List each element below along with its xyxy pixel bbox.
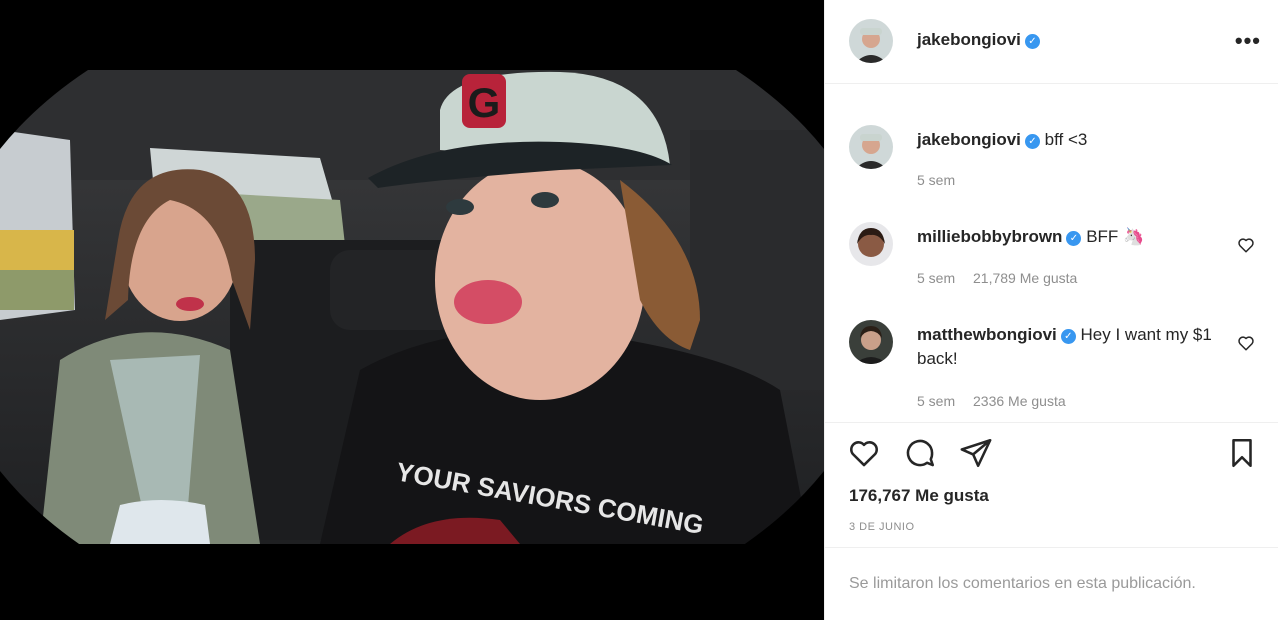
- comment-time[interactable]: 5 sem: [917, 270, 955, 286]
- photo-scene: YOUR SAVIORS COMING G: [0, 70, 824, 544]
- author-avatar[interactable]: [849, 19, 893, 63]
- comments-limited-notice: Se limitaron los comentarios en esta pub…: [849, 575, 1196, 592]
- post-side-panel: jakebongiovi ✓ ••• jakebongiovi ✓ bff <3 5…: [824, 0, 1278, 620]
- caption-text: bff <3: [1044, 130, 1088, 149]
- comment-username[interactable]: matthewbongiovi: [917, 325, 1057, 344]
- caption-time[interactable]: 5 sem: [917, 172, 955, 188]
- comment-icon[interactable]: [903, 436, 937, 470]
- actions-divider: [825, 422, 1278, 423]
- post-date[interactable]: 3 DE JUNIO: [849, 521, 915, 533]
- post-header: jakebongiovi ✓ •••: [825, 0, 1278, 84]
- comment-time[interactable]: 5 sem: [917, 393, 955, 409]
- comment-like-heart-icon[interactable]: [1237, 236, 1255, 254]
- caption-username[interactable]: jakebongiovi: [917, 130, 1021, 149]
- bookmark-icon[interactable]: [1225, 436, 1259, 470]
- post-media[interactable]: YOUR SAVIORS COMING G: [0, 0, 824, 620]
- verified-badge-icon: ✓: [1066, 231, 1082, 246]
- comment-like-heart-icon[interactable]: [1237, 334, 1255, 352]
- post-photo: YOUR SAVIORS COMING G: [0, 70, 824, 544]
- comments-divider: [825, 547, 1278, 548]
- comment-username[interactable]: milliebobbybrown: [917, 227, 1062, 246]
- commenter-avatar[interactable]: [849, 320, 893, 364]
- action-bar: [825, 428, 1278, 480]
- comment-text: BFF 🦄: [1086, 227, 1145, 246]
- like-count[interactable]: 176,767 Me gusta: [849, 486, 989, 506]
- verified-badge-icon: ✓: [1024, 34, 1040, 49]
- verified-badge-icon: ✓: [1024, 134, 1040, 149]
- comment-likes[interactable]: 21,789 Me gusta: [973, 270, 1077, 286]
- caption-author-avatar[interactable]: [849, 125, 893, 169]
- cap-logo: G: [468, 79, 501, 126]
- verified-badge-icon: ✓: [1060, 329, 1076, 344]
- commenter-avatar[interactable]: [849, 222, 893, 266]
- heart-icon[interactable]: [847, 436, 881, 470]
- photo-illustration: YOUR SAVIORS COMING G: [0, 70, 824, 544]
- author-username[interactable]: jakebongiovi: [917, 30, 1021, 49]
- share-icon[interactable]: [959, 436, 993, 470]
- media-bottom-bar: [0, 544, 824, 620]
- more-options-icon[interactable]: •••: [1235, 28, 1261, 54]
- comment-likes[interactable]: 2336 Me gusta: [973, 393, 1066, 409]
